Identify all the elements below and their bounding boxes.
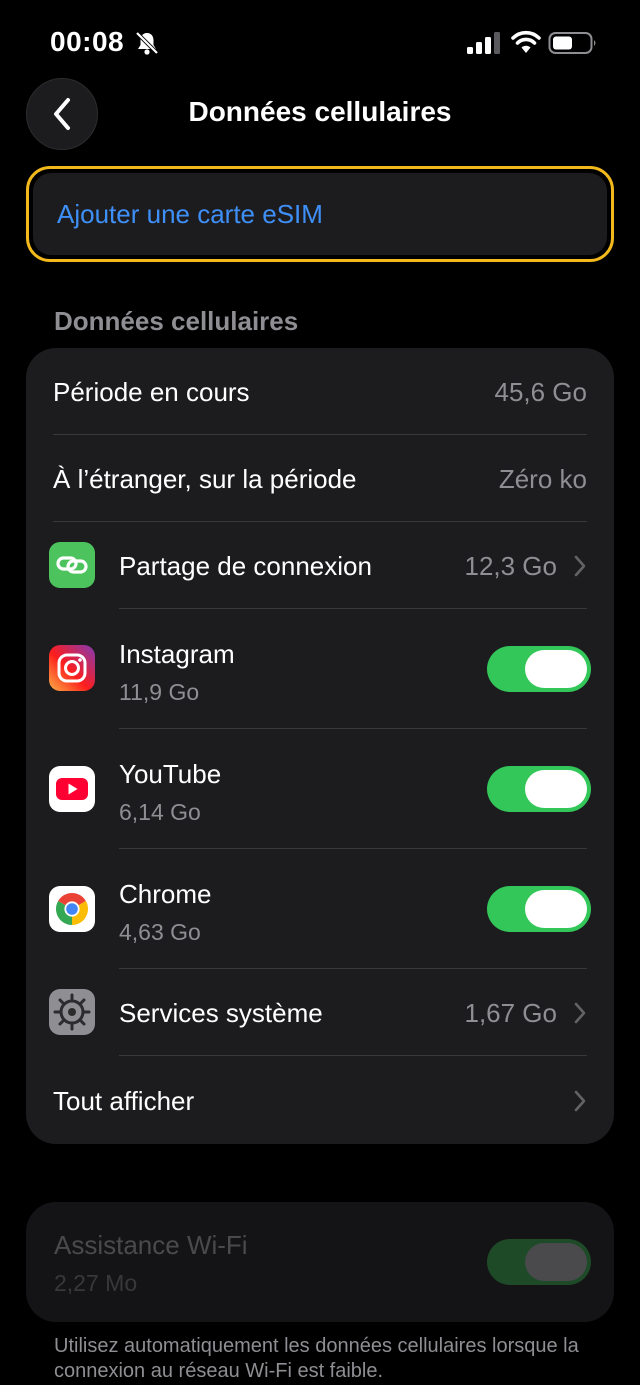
status-time: 00:08 xyxy=(50,26,125,57)
system-services-label: Services système xyxy=(119,998,323,1028)
youtube-usage: 6,14 Go xyxy=(119,799,201,825)
wifi-icon xyxy=(511,30,541,53)
cellular-data-group: Période en cours 45,6 Go À l’étranger, s… xyxy=(26,348,614,1144)
system-services-row[interactable]: Services système 1,67 Go xyxy=(26,969,614,1055)
wifi-assist-label: Assistance Wi-Fi xyxy=(54,1230,248,1260)
show-all-label: Tout afficher xyxy=(53,1086,195,1116)
chrome-row: Chrome 4,63 Go xyxy=(26,849,614,969)
add-esim-label: Ajouter une carte eSIM xyxy=(57,198,323,229)
chevron-right-icon xyxy=(574,1090,586,1112)
wifi-assist-footnote: Utilisez automatiquement les données cel… xyxy=(54,1335,579,1382)
navigation-bar: Données cellulaires xyxy=(0,76,640,152)
status-bar: 00:08 xyxy=(0,0,640,80)
system-services-value: 1,67 Go xyxy=(464,998,557,1028)
hotspot-link-icon xyxy=(49,542,95,588)
instagram-icon xyxy=(49,645,95,691)
hotspot-value: 12,3 Go xyxy=(464,551,557,581)
current-period-value: 45,6 Go xyxy=(494,377,587,407)
toggle-knob xyxy=(525,890,587,928)
current-period-label: Période en cours xyxy=(53,377,250,407)
add-esim-highlight: Ajouter une carte eSIM xyxy=(26,166,614,262)
wifi-assist-usage: 2,27 Mo xyxy=(54,1270,138,1296)
show-all-row[interactable]: Tout afficher xyxy=(26,1056,614,1144)
hotspot-row[interactable]: Partage de connexion 12,3 Go xyxy=(26,522,614,608)
youtube-icon xyxy=(49,766,95,812)
wifi-assist-group: Assistance Wi-Fi 2,27 Mo xyxy=(26,1202,614,1322)
add-esim-button[interactable]: Ajouter une carte eSIM xyxy=(33,173,607,255)
current-period-row: Période en cours 45,6 Go xyxy=(26,348,614,434)
gear-icon xyxy=(49,989,95,1035)
roaming-value: Zéro ko xyxy=(498,464,587,494)
signal-icon xyxy=(467,32,500,54)
chrome-usage: 4,63 Go xyxy=(119,919,201,945)
roaming-label: À l’étranger, sur la période xyxy=(53,464,357,494)
chrome-icon xyxy=(49,886,95,932)
section-header: Données cellulaires xyxy=(54,306,299,336)
page-title: Données cellulaires xyxy=(188,96,452,127)
youtube-toggle[interactable] xyxy=(487,766,591,812)
youtube-label: YouTube xyxy=(119,759,222,789)
toggle-knob xyxy=(525,650,587,688)
chevron-right-icon xyxy=(574,1002,586,1024)
chevron-right-icon xyxy=(574,555,586,577)
instagram-label: Instagram xyxy=(119,639,235,669)
roaming-row: À l’étranger, sur la période Zéro ko xyxy=(26,435,614,521)
battery-icon xyxy=(548,32,596,54)
instagram-toggle[interactable] xyxy=(487,646,591,692)
instagram-row: Instagram 11,9 Go xyxy=(26,609,614,729)
instagram-usage: 11,9 Go xyxy=(119,679,200,705)
youtube-row: YouTube 6,14 Go xyxy=(26,729,614,849)
wifi-assist-toggle[interactable] xyxy=(487,1239,591,1285)
toggle-knob xyxy=(525,770,587,808)
toggle-knob xyxy=(525,1243,587,1281)
bell-slash-icon xyxy=(135,31,159,55)
hotspot-label: Partage de connexion xyxy=(119,551,372,581)
chrome-toggle[interactable] xyxy=(487,886,591,932)
chrome-label: Chrome xyxy=(119,879,212,909)
